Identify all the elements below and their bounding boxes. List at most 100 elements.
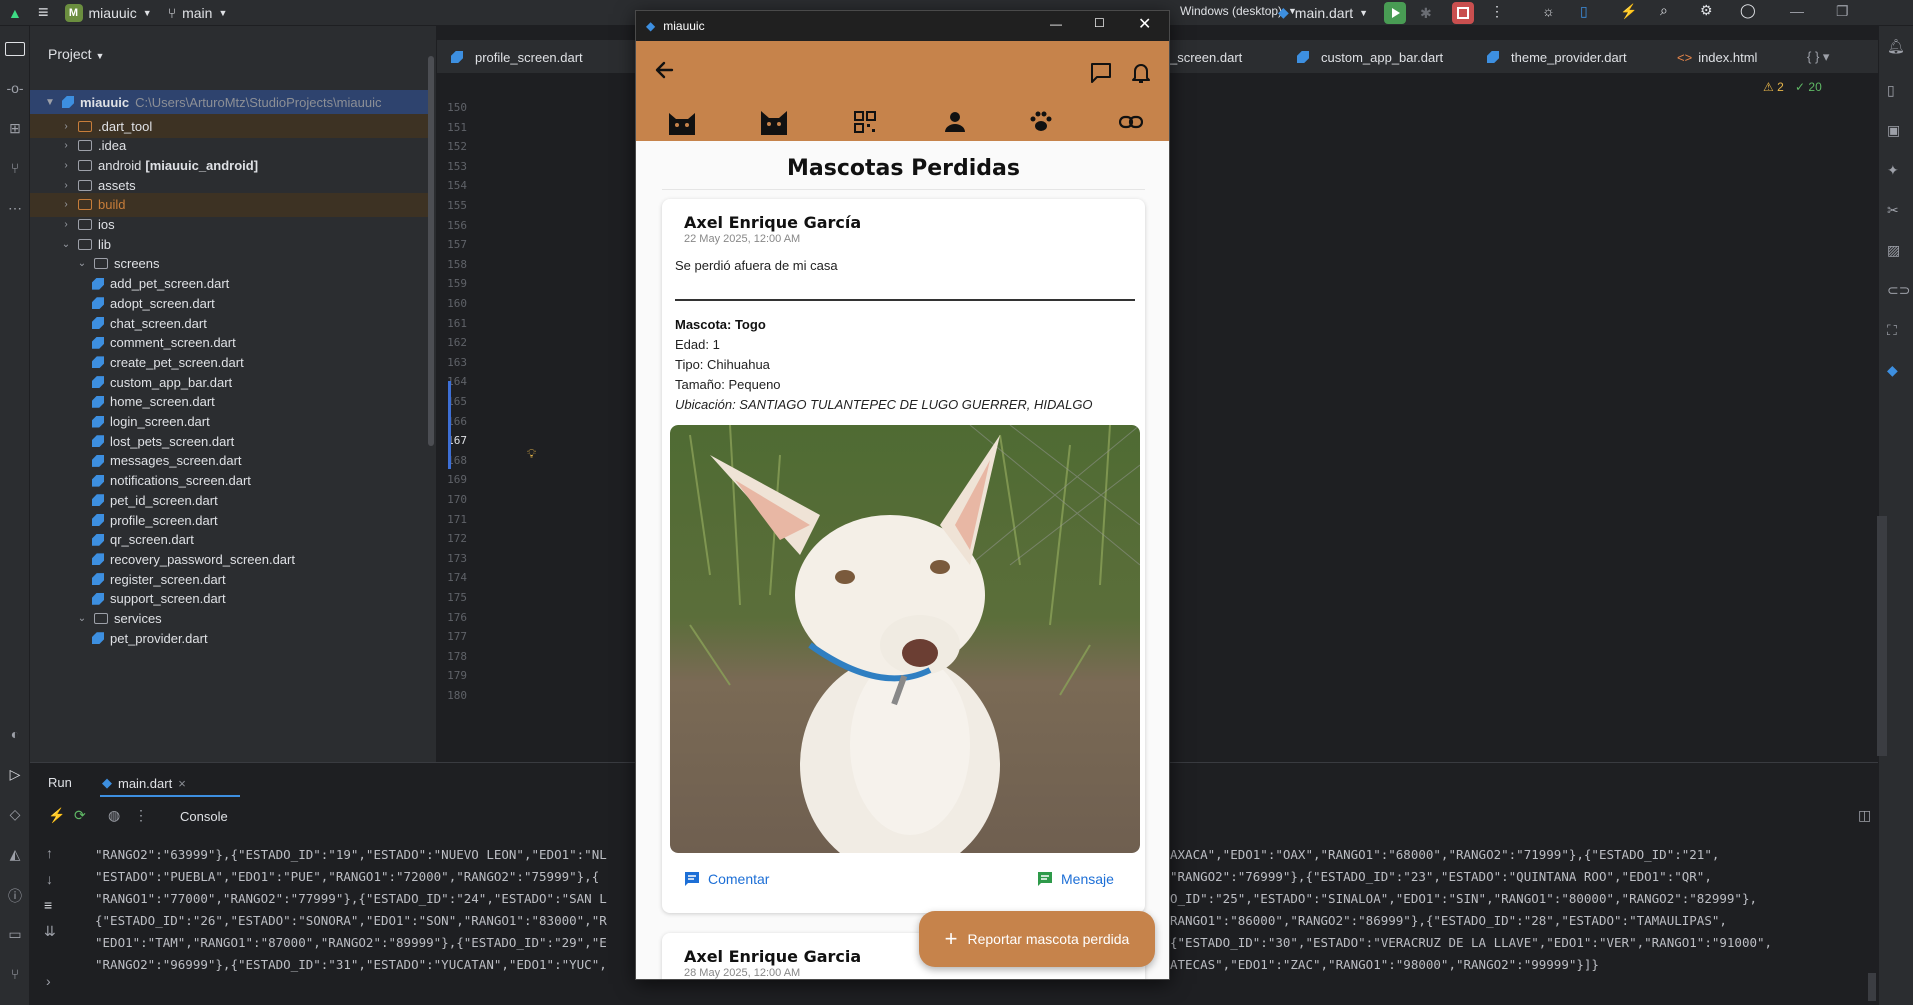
- gallery-icon[interactable]: ▨: [1887, 242, 1907, 262]
- layout-toggle-icon[interactable]: ◫: [1858, 807, 1871, 824]
- paw-icon[interactable]: [1029, 109, 1053, 133]
- console-scrollbar[interactable]: [1868, 973, 1876, 1001]
- chevron-right-icon[interactable]: ›: [60, 199, 72, 210]
- chevron-down-icon[interactable]: ⌄: [76, 613, 88, 624]
- tab-index-html[interactable]: <> index.html: [1677, 40, 1757, 74]
- line-number: 180: [447, 689, 467, 702]
- chat-icon[interactable]: [1088, 60, 1114, 86]
- back-arrow-icon[interactable]: [652, 57, 678, 83]
- more-options-icon[interactable]: ⋮: [134, 807, 148, 824]
- tab-custom-app-bar[interactable]: custom_app_bar.dart: [1297, 40, 1443, 74]
- problems-icon[interactable]: ⓘ: [5, 886, 25, 906]
- more-tools-icon[interactable]: ⋯: [5, 200, 25, 220]
- hot-reload-icon[interactable]: ⚡: [48, 807, 65, 824]
- dart-file-icon: [92, 632, 104, 645]
- git-branch-icon: ⑂: [167, 4, 177, 21]
- tree-file-item[interactable]: pet_provider.dart: [30, 626, 430, 650]
- tab-screen[interactable]: _screen.dart: [1170, 40, 1242, 74]
- tools-icon[interactable]: ✂: [1887, 202, 1907, 222]
- close-icon[interactable]: ×: [178, 776, 186, 791]
- search-icon[interactable]: ⌕: [1660, 2, 1668, 19]
- app-bar: [636, 41, 1169, 141]
- play-icon: [1392, 8, 1400, 18]
- hot-reload-icon[interactable]: ⚡: [1620, 3, 1637, 20]
- gemini-icon[interactable]: ✦: [1887, 162, 1907, 182]
- warnings-indicator[interactable]: ⚠ 2: [1763, 80, 1784, 94]
- notifications-bell-icon[interactable]: [1128, 60, 1154, 86]
- cat-icon[interactable]: ◭: [5, 846, 25, 866]
- minimize-icon[interactable]: —: [1050, 17, 1062, 31]
- pet-photo: [670, 425, 1140, 853]
- bug-icon[interactable]: ☼: [1542, 3, 1555, 19]
- run-tab[interactable]: Run: [48, 775, 72, 790]
- structure-icon[interactable]: ⊞: [5, 120, 25, 140]
- maximize-icon[interactable]: ☐: [1094, 16, 1105, 30]
- settings-gear-icon[interactable]: ⚙: [1700, 2, 1713, 19]
- lost-pets-feed[interactable]: Mascotas Perdidas Axel Enrique García 22…: [636, 141, 1169, 979]
- chevron-right-icon[interactable]: ›: [60, 160, 72, 171]
- comment-button[interactable]: Comentar: [684, 871, 769, 887]
- soft-wrap-icon[interactable]: ≡: [44, 897, 52, 913]
- dart-file-icon: [92, 514, 104, 526]
- scroll-to-end-icon[interactable]: ⇊: [44, 923, 56, 940]
- report-lost-pet-button[interactable]: + Reportar mascota perdida: [919, 911, 1155, 967]
- main-dart-run-tab[interactable]: ◆ main.dart ×: [102, 775, 186, 791]
- cat-face-icon[interactable]: [666, 107, 698, 137]
- tab-theme-provider[interactable]: theme_provider.dart: [1487, 40, 1627, 74]
- chevron-right-icon[interactable]: ›: [60, 219, 72, 230]
- run-tool-icon[interactable]: ▷: [5, 766, 25, 786]
- commit-icon[interactable]: -o-: [5, 80, 25, 100]
- chevron-right-icon[interactable]: ›: [60, 140, 72, 151]
- intention-bulb-icon[interactable]: 💡︎: [527, 446, 536, 462]
- layout-inspector-icon[interactable]: ⛶: [1887, 322, 1907, 342]
- terminal-icon[interactable]: ▭: [5, 926, 25, 946]
- chevron-right-icon[interactable]: ›: [60, 180, 72, 191]
- checks-indicator[interactable]: ✓ 20: [1795, 80, 1822, 94]
- main-menu-icon[interactable]: ≡: [30, 2, 57, 23]
- tree-root[interactable]: ▼ miauuic C:\Users\ArturoMtz\StudioProject…: [30, 90, 430, 114]
- tab-profile-screen[interactable]: profile_screen.dart: [451, 40, 583, 74]
- branch-selector[interactable]: ⑂ main ▼: [160, 5, 236, 21]
- hot-restart-icon[interactable]: ⟳: [74, 807, 86, 824]
- run-button[interactable]: [1384, 2, 1406, 24]
- devtools-icon[interactable]: ◍: [108, 807, 120, 824]
- link-icon[interactable]: [1119, 113, 1143, 131]
- flutter-outline-icon[interactable]: ◆: [1887, 362, 1907, 382]
- debug-icon[interactable]: ✱: [1420, 5, 1432, 22]
- chevron-down-icon[interactable]: ⌄: [76, 258, 88, 269]
- scroll-up-icon[interactable]: ↑: [46, 845, 53, 861]
- chevron-right-icon[interactable]: ›: [60, 121, 72, 132]
- project-folder-icon[interactable]: [5, 42, 25, 56]
- chevron-down-icon[interactable]: ⌄: [60, 239, 72, 250]
- message-button[interactable]: Mensaje: [1037, 871, 1114, 887]
- qr-code-icon[interactable]: [854, 111, 876, 133]
- dart-file-icon: [92, 573, 104, 586]
- device-manager-icon[interactable]: ▯: [1887, 82, 1907, 102]
- dart-file-icon: [92, 415, 104, 428]
- more-menu-icon[interactable]: ⋮: [1490, 3, 1504, 20]
- console-tab[interactable]: Console: [180, 809, 228, 824]
- flutter-inspector-icon[interactable]: ◐: [5, 726, 25, 746]
- run-config-selector[interactable]: ◆ main.dart ▼: [1270, 4, 1376, 21]
- close-window-icon[interactable]: ✕: [1138, 14, 1151, 34]
- project-selector[interactable]: M miauuic ▼: [57, 3, 160, 22]
- expand-icon[interactable]: ›: [46, 973, 51, 989]
- person-icon[interactable]: [944, 111, 966, 133]
- notifications-bell-icon[interactable]: 🔔︎: [1887, 38, 1907, 58]
- tabs-overflow-icon[interactable]: { } ▾: [1807, 40, 1829, 74]
- minimize-window-icon[interactable]: —: [1790, 3, 1804, 19]
- link-icon[interactable]: ⊂⊃: [1887, 282, 1910, 302]
- editor-scrollbar[interactable]: [1877, 516, 1887, 756]
- account-icon[interactable]: ◯: [1740, 2, 1756, 19]
- cat-head-icon[interactable]: [758, 107, 790, 137]
- scroll-down-icon[interactable]: ↓: [46, 871, 53, 887]
- running-devices-icon[interactable]: ▣: [1887, 122, 1907, 142]
- dart-file-icon: [92, 435, 104, 448]
- pull-requests-icon[interactable]: ⑂: [5, 160, 25, 180]
- project-panel-header[interactable]: Project ▼: [48, 46, 104, 62]
- git-icon[interactable]: ⑂: [5, 966, 25, 986]
- device-file-icon[interactable]: ▯: [1580, 3, 1588, 20]
- restore-window-icon[interactable]: ❐: [1836, 3, 1849, 20]
- stop-button[interactable]: [1452, 2, 1474, 24]
- gem-icon[interactable]: ◇: [5, 806, 25, 826]
